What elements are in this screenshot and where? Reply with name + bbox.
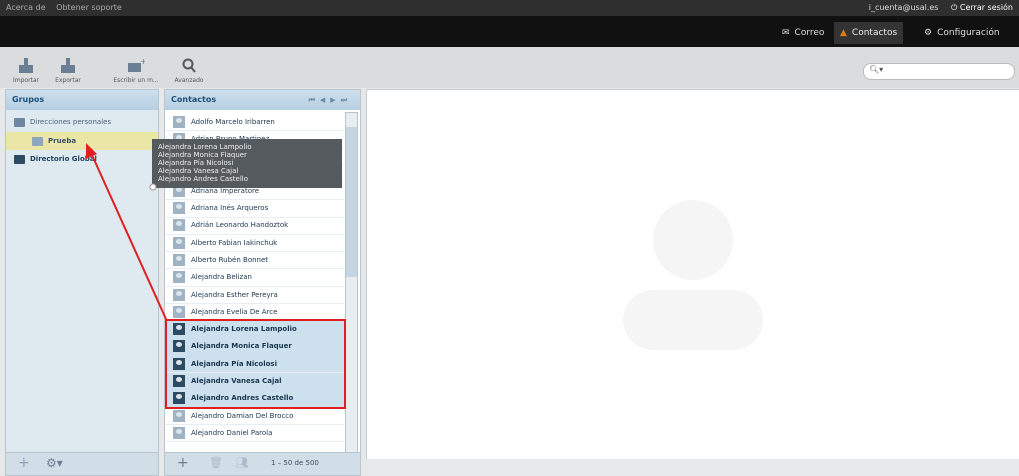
drag-arrow [86, 143, 167, 320]
